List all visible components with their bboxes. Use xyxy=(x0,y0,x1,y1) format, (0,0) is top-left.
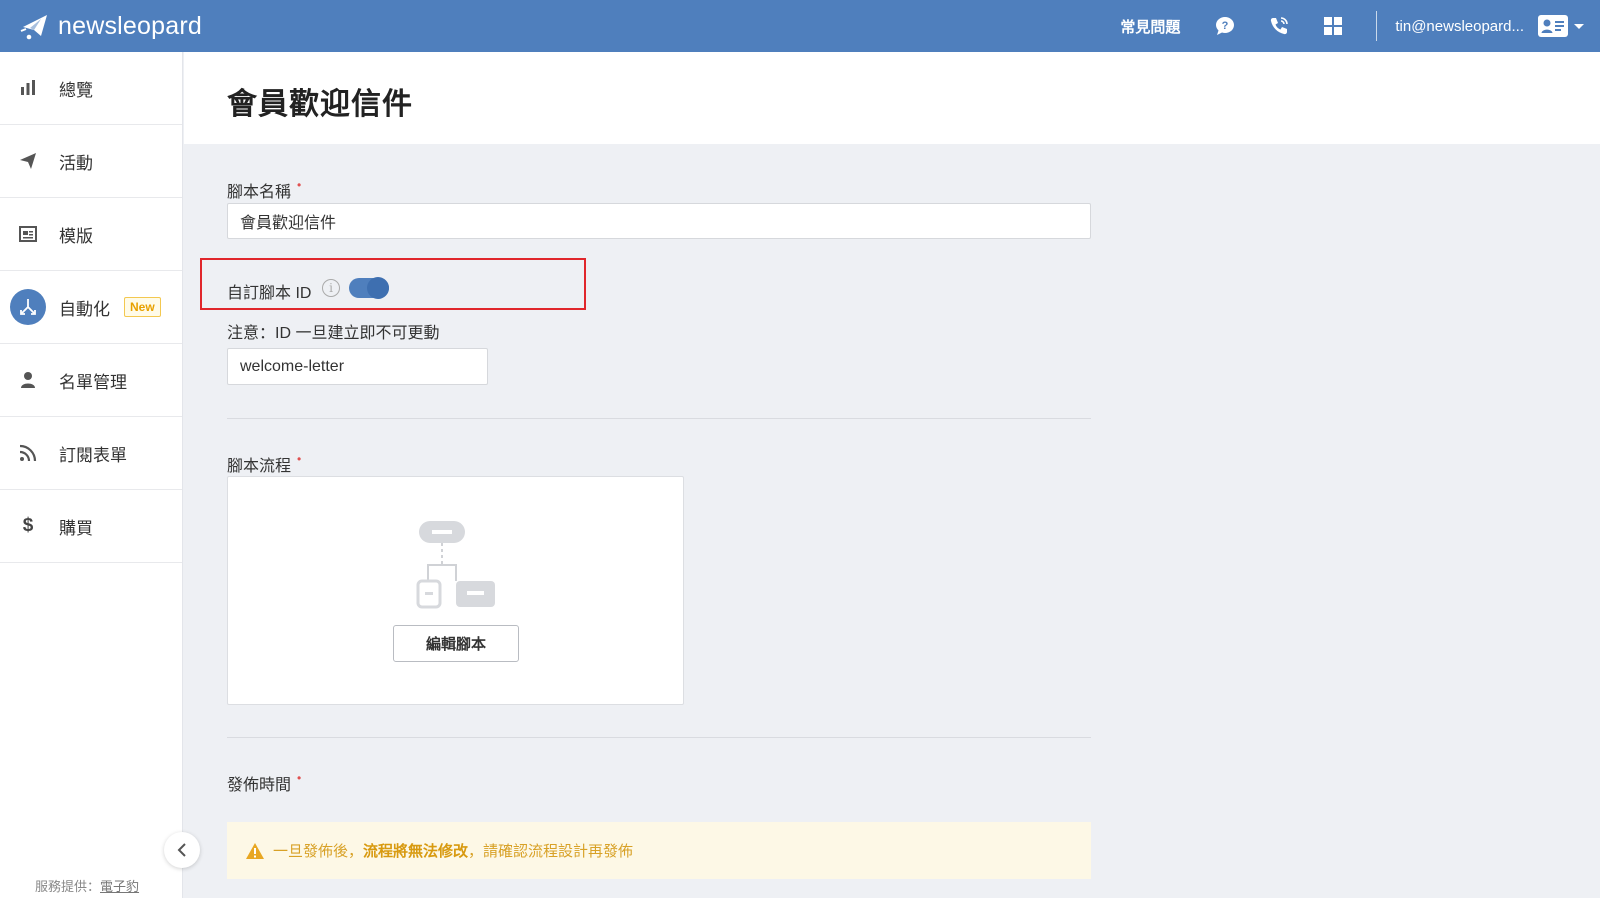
script-id-input[interactable]: welcome-letter xyxy=(227,348,488,385)
publish-time-label-text: 發佈時間 xyxy=(227,777,292,794)
top-bar: newsleopard 常見問題 ? tin@newsleopard... xyxy=(0,0,1600,52)
warning-suffix: ，請確認流程設計再發佈 xyxy=(468,843,634,860)
chat-bubble-question-icon[interactable]: ? xyxy=(1214,15,1236,37)
paper-plane-icon xyxy=(10,143,46,179)
sidebar-item-label: 訂閱表單 xyxy=(59,445,127,465)
id-note: 注意：ID 一旦建立即不可更動 xyxy=(227,325,440,342)
script-name-label-text: 腳本名稱 xyxy=(227,184,292,201)
rocket-logo-icon xyxy=(20,15,47,40)
chevron-down-icon[interactable] xyxy=(1574,23,1584,29)
required-marker: • xyxy=(297,771,302,785)
sidebar-item-forms[interactable]: 訂閱表單 xyxy=(0,417,182,490)
brand-logo[interactable]: newsleopard xyxy=(20,0,202,52)
template-icon xyxy=(10,216,46,252)
powered-by: 服務提供：電子豹 xyxy=(35,876,139,895)
apps-grid-icon[interactable] xyxy=(1322,15,1344,37)
script-name-label: 腳本名稱 • xyxy=(227,178,301,202)
section-divider xyxy=(227,737,1091,738)
automation-icon xyxy=(10,289,46,325)
required-marker: • xyxy=(297,452,302,466)
toggle-knob xyxy=(367,277,389,299)
svg-text:?: ? xyxy=(1222,20,1229,32)
warning-bold: 流程將無法修改 xyxy=(363,843,469,860)
page-header: 會員歡迎信件 xyxy=(184,52,1600,144)
required-marker: • xyxy=(297,178,302,192)
powered-by-link[interactable]: 電子豹 xyxy=(100,879,139,894)
publish-warning: 一旦發佈後， 流程將無法修改 ，請確認流程設計再發佈 xyxy=(227,822,1091,879)
person-icon xyxy=(10,362,46,398)
powered-by-prefix: 服務提供： xyxy=(35,879,101,894)
sidebar-item-label: 模版 xyxy=(59,226,93,246)
sidebar-item-purchase[interactable]: $ 購買 xyxy=(0,490,182,563)
sidebar-item-label: 名單管理 xyxy=(59,372,127,392)
flow-label-text: 腳本流程 xyxy=(227,458,292,475)
faq-link[interactable]: 常見問題 xyxy=(1120,16,1180,37)
info-icon[interactable]: i xyxy=(322,279,340,297)
custom-id-toggle[interactable] xyxy=(349,277,389,299)
flow-label: 腳本流程 • xyxy=(227,452,301,476)
new-badge: New xyxy=(124,297,161,317)
sidebar-item-templates[interactable]: 模版 xyxy=(0,198,182,271)
bar-chart-icon xyxy=(10,70,46,106)
section-divider xyxy=(227,418,1091,419)
sidebar-item-label: 活動 xyxy=(59,153,93,173)
flowchart-icon xyxy=(416,521,495,609)
brand-name: newsleopard xyxy=(58,11,202,40)
sidebar-item-campaigns[interactable]: 活動 xyxy=(0,125,182,198)
flow-card: 編輯腳本 xyxy=(227,476,684,705)
page-title: 會員歡迎信件 xyxy=(227,88,413,121)
sidebar-item-lists[interactable]: 名單管理 xyxy=(0,344,182,417)
warning-prefix: 一旦發佈後， xyxy=(273,843,364,860)
edit-script-button[interactable]: 編輯腳本 xyxy=(393,625,519,662)
script-name-input[interactable]: 會員歡迎信件 xyxy=(227,203,1091,239)
publish-time-label: 發佈時間 • xyxy=(227,771,301,795)
sidebar-item-label: 自動化 xyxy=(59,299,110,319)
dollar-icon: $ xyxy=(22,515,34,536)
sidebar-item-overview[interactable]: 總覽 xyxy=(0,52,182,125)
sidebar: 總覽 活動 模版 自動化 New 名單管理 訂閱表單 $ 購買 xyxy=(0,52,183,898)
warning-triangle-icon xyxy=(246,842,264,859)
custom-id-label: 自訂腳本 ID xyxy=(227,285,312,302)
user-email[interactable]: tin@newsleopard... xyxy=(1395,18,1524,35)
chevron-left-icon xyxy=(177,843,186,857)
sidebar-item-label: 總覽 xyxy=(59,80,93,100)
phone-icon[interactable] xyxy=(1268,15,1290,37)
sidebar-item-automation[interactable]: 自動化 New xyxy=(0,271,182,344)
sidebar-collapse-button[interactable] xyxy=(164,832,200,868)
sidebar-item-label: 購買 xyxy=(59,518,93,538)
contact-card-icon[interactable] xyxy=(1538,15,1568,37)
topbar-divider xyxy=(1376,11,1378,41)
rss-icon xyxy=(10,435,46,471)
